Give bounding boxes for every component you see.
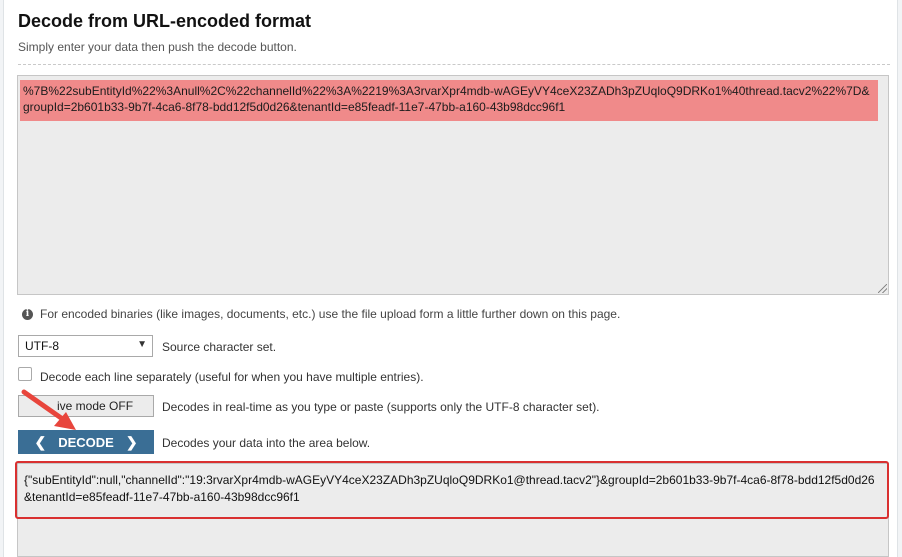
input-text: %7B%22subEntityId%22%3Anull%2C%22channel… bbox=[20, 80, 878, 121]
live-mode-description: Decodes in real-time as you type or past… bbox=[162, 400, 600, 414]
decode-each-line-label: Decode each line separately (useful for … bbox=[40, 370, 424, 384]
output-annotation-box bbox=[15, 461, 889, 519]
info-text: For encoded binaries (like images, docum… bbox=[40, 307, 621, 321]
resize-handle-icon[interactable] bbox=[878, 284, 887, 293]
decode-button-label: DECODE bbox=[58, 434, 114, 450]
charset-label: Source character set. bbox=[162, 340, 277, 354]
charset-selected-value: UTF-8 bbox=[25, 339, 59, 353]
input-textarea[interactable]: %7B%22subEntityId%22%3Anull%2C%22channel… bbox=[17, 75, 889, 295]
divider bbox=[18, 64, 890, 65]
charset-select[interactable]: UTF-8 ▼ bbox=[18, 335, 153, 357]
chevron-down-icon: ▼ bbox=[137, 339, 147, 350]
decode-description: Decodes your data into the area below. bbox=[162, 436, 371, 450]
page-subtitle: Simply enter your data then push the dec… bbox=[18, 40, 297, 54]
info-note: i For encoded binaries (like images, doc… bbox=[22, 307, 620, 321]
chevron-left-icon: ❮ bbox=[34, 433, 47, 450]
info-icon: i bbox=[22, 308, 33, 320]
page-panel: Decode from URL-encoded format Simply en… bbox=[3, 0, 898, 557]
decode-each-line-checkbox[interactable] bbox=[18, 367, 32, 381]
annotation-arrow-icon bbox=[21, 389, 76, 430]
chevron-right-icon: ❯ bbox=[125, 433, 138, 450]
page-title: Decode from URL-encoded format bbox=[18, 11, 312, 31]
